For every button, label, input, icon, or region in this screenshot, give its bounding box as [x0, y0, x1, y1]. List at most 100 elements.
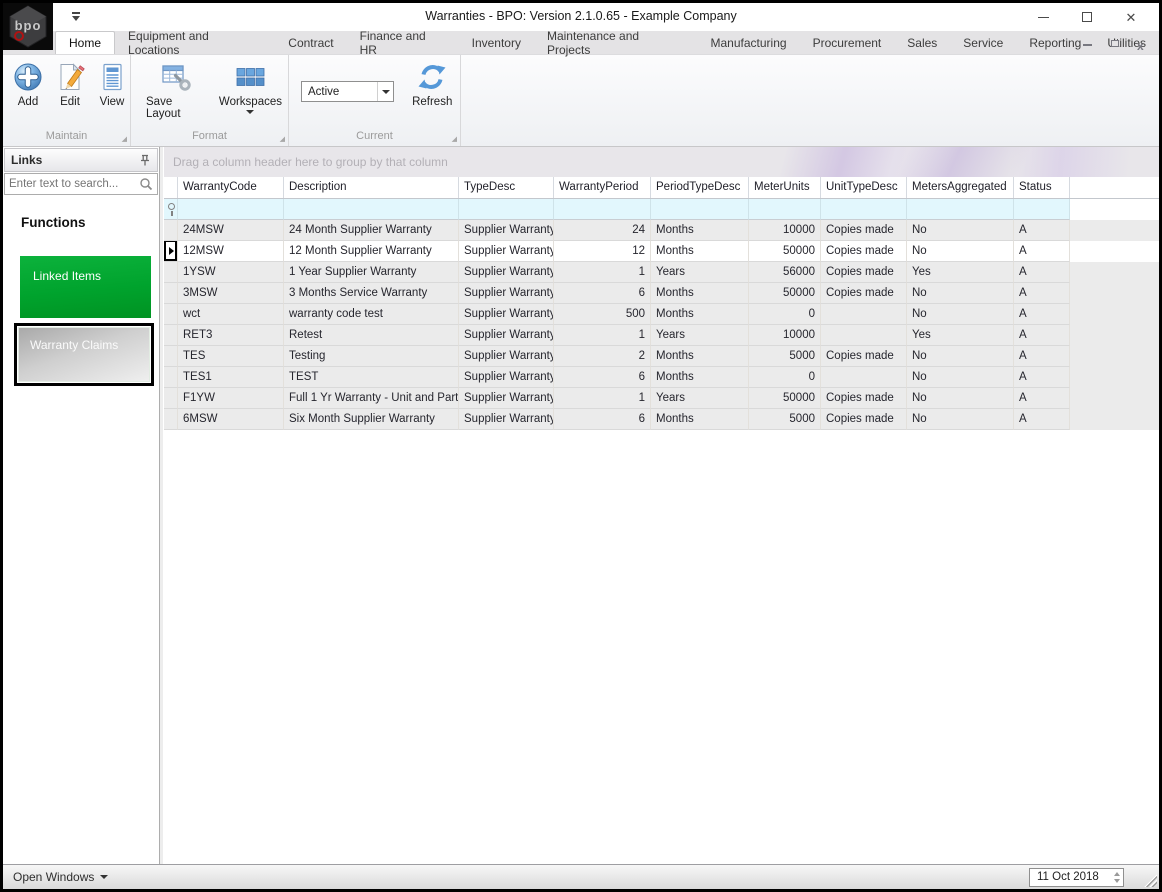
- table-row-24MSW[interactable]: 24MSW 24 Month Supplier Warranty Supplier …: [164, 220, 1159, 241]
- tab-finance-and-hr[interactable]: Finance and HR: [347, 29, 459, 57]
- tab-procurement[interactable]: Procurement: [800, 31, 895, 54]
- header-filler-cell: [1070, 177, 1159, 198]
- date-input[interactable]: 11 Oct 2018: [1029, 867, 1124, 887]
- cell-unit_type: Copies made: [821, 409, 907, 430]
- cell-meters_aggregated: No: [907, 220, 1014, 241]
- linked-items-button[interactable]: Linked Items: [20, 256, 151, 318]
- filter-cell-status[interactable]: [1014, 199, 1070, 220]
- cell-period: 12: [554, 241, 651, 262]
- cell-code: wct: [178, 304, 284, 325]
- table-row-TES1[interactable]: TES1 TEST Supplier Warranty 6 Months 0 No A: [164, 367, 1159, 388]
- table-row-TES[interactable]: TES Testing Supplier Warranty 2 Months 5000 Co…: [164, 346, 1159, 367]
- table-row-RET3[interactable]: RET3 Retest Supplier Warranty 1 Years 10000 Ye…: [164, 325, 1159, 346]
- cell-type: Supplier Warranty: [459, 304, 554, 325]
- workspaces-button[interactable]: Workspaces: [217, 59, 284, 116]
- table-row-3MSW[interactable]: 3MSW 3 Months Service Warranty Supplier Wa…: [164, 283, 1159, 304]
- dialog-launcher-icon[interactable]: ◢: [122, 136, 127, 143]
- filter-cell-period_type[interactable]: [651, 199, 749, 220]
- status-filter-value: Active: [308, 85, 340, 98]
- tab-contract[interactable]: Contract: [275, 31, 346, 54]
- chevron-down-icon: [246, 110, 255, 114]
- tab-equipment-and-locations[interactable]: Equipment and Locations: [115, 29, 275, 57]
- column-header-period_type[interactable]: PeriodTypeDesc: [651, 177, 749, 198]
- status-filter-select[interactable]: Active: [301, 81, 395, 102]
- group-by-panel[interactable]: Drag a column header here to group by th…: [164, 147, 1159, 177]
- column-header-unit_type[interactable]: UnitTypeDesc: [821, 177, 907, 198]
- filter-cell-meter_units[interactable]: [749, 199, 821, 220]
- cell-code: TES1: [178, 367, 284, 388]
- cell-meter_units: 50000: [749, 283, 821, 304]
- tab-home[interactable]: Home: [55, 31, 116, 54]
- cell-period_type: Months: [651, 283, 749, 304]
- resize-grip-icon[interactable]: [1144, 874, 1157, 887]
- search-icon[interactable]: [139, 177, 153, 191]
- open-windows-button[interactable]: Open Windows: [3, 870, 118, 884]
- column-header-description[interactable]: Description: [284, 177, 459, 198]
- functions-section-title: Functions: [21, 215, 86, 230]
- refresh-button[interactable]: Refresh: [408, 59, 456, 110]
- column-header-code[interactable]: WarrantyCode: [178, 177, 284, 198]
- cell-period: 6: [554, 367, 651, 388]
- close-icon: ✕: [1125, 9, 1137, 25]
- bpo-logo: bpo: [3, 3, 53, 50]
- dialog-launcher-icon[interactable]: ◢: [280, 136, 285, 143]
- tab-maintenance-and-projects[interactable]: Maintenance and Projects: [534, 29, 698, 57]
- tab-service[interactable]: Service: [950, 31, 1016, 54]
- cell-unit_type: Copies made: [821, 241, 907, 262]
- search-input[interactable]: [9, 178, 139, 190]
- close-button[interactable]: ✕: [1109, 5, 1153, 29]
- filter-cell-description[interactable]: [284, 199, 459, 220]
- tab-manufacturing[interactable]: Manufacturing: [698, 31, 800, 54]
- warranties-grid: Drag a column header here to group by th…: [160, 147, 1159, 864]
- minimize-button[interactable]: [1021, 5, 1065, 29]
- mdi-minimize-button[interactable]: [1081, 37, 1095, 49]
- table-row-6MSW[interactable]: 6MSW Six Month Supplier Warranty Supplier …: [164, 409, 1159, 430]
- chevron-down-icon[interactable]: [377, 82, 393, 101]
- cell-period_type: Months: [651, 304, 749, 325]
- cell-period: 1: [554, 262, 651, 283]
- grid-filter-row: [164, 199, 1159, 220]
- tab-inventory[interactable]: Inventory: [459, 31, 534, 54]
- cell-status: A: [1014, 262, 1070, 283]
- filter-cell-unit_type[interactable]: [821, 199, 907, 220]
- add-button[interactable]: Add: [7, 59, 49, 110]
- table-row-F1YW[interactable]: F1YW Full 1 Yr Warranty - Unit and Parts S…: [164, 388, 1159, 409]
- ribbon-tab-bar: Home Equipment and Locations Contract Finan…: [3, 29, 1159, 57]
- ribbon: Add Edit View Maintain ◢ Save Layout Wor…: [3, 55, 1159, 147]
- view-button[interactable]: View: [91, 59, 133, 110]
- filter-cell-meters_aggregated[interactable]: [907, 199, 1014, 220]
- cell-period: 24: [554, 220, 651, 241]
- mdi-close-button[interactable]: x: [1137, 37, 1151, 52]
- row-indicator-cell: [164, 304, 178, 325]
- cell-unit_type: Copies made: [821, 388, 907, 409]
- filter-cell-type[interactable]: [459, 199, 554, 220]
- mdi-restore-button[interactable]: [1109, 37, 1124, 49]
- pin-icon[interactable]: [139, 154, 151, 167]
- row-selector-icon: [164, 241, 178, 262]
- cell-description: Full 1 Yr Warranty - Unit and Parts: [284, 388, 459, 409]
- edit-button[interactable]: Edit: [49, 59, 91, 110]
- cell-status: A: [1014, 367, 1070, 388]
- maximize-icon: [1082, 12, 1092, 22]
- column-header-status[interactable]: Status: [1014, 177, 1070, 198]
- filter-cell-code[interactable]: [178, 199, 284, 220]
- tab-sales[interactable]: Sales: [894, 31, 950, 54]
- spin-up-icon[interactable]: [1113, 871, 1120, 876]
- column-header-meter_units[interactable]: MeterUnits: [749, 177, 821, 198]
- maximize-button[interactable]: [1065, 5, 1109, 29]
- warranty-claims-button[interactable]: Warranty Claims: [14, 323, 154, 386]
- column-header-meters_aggregated[interactable]: MetersAggregated: [907, 177, 1014, 198]
- table-row-1YSW[interactable]: 1YSW 1 Year Supplier Warranty Supplier War…: [164, 262, 1159, 283]
- cell-meter_units: 5000: [749, 409, 821, 430]
- column-header-period[interactable]: WarrantyPeriod: [554, 177, 651, 198]
- table-row-12MSW[interactable]: 12MSW 12 Month Supplier Warranty Supplier …: [164, 241, 1159, 262]
- save-layout-button[interactable]: Save Layout: [141, 59, 209, 122]
- cell-period_type: Years: [651, 388, 749, 409]
- spin-down-icon[interactable]: [1113, 878, 1120, 883]
- dialog-launcher-icon[interactable]: ◢: [452, 136, 457, 143]
- status-bar: Open Windows 11 Oct 2018: [3, 864, 1159, 889]
- column-header-type[interactable]: TypeDesc: [459, 177, 554, 198]
- table-row-wct[interactable]: wct warranty code test Supplier Warranty 50…: [164, 304, 1159, 325]
- filter-cell-period[interactable]: [554, 199, 651, 220]
- save-layout-icon: [162, 65, 191, 91]
